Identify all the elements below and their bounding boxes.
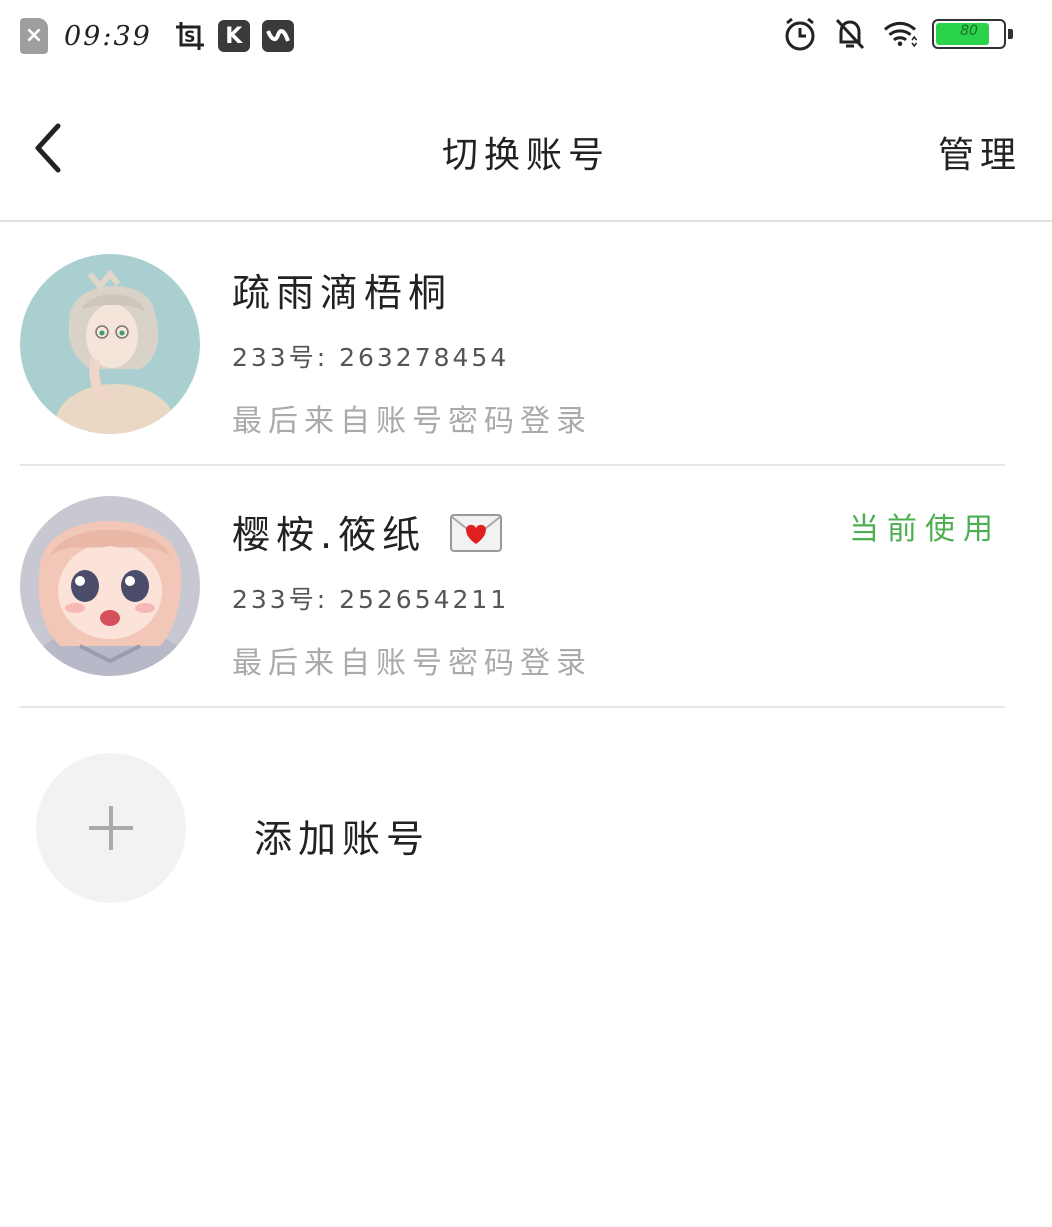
account-item[interactable]: 疏雨滴梧桐 233号: 263278454 最后来自账号密码登录 <box>20 224 1005 466</box>
avatar <box>20 496 200 676</box>
alarm-icon <box>782 16 818 52</box>
header: 切换账号 管理 <box>0 76 1052 222</box>
account-name: 疏雨滴梧桐 <box>232 271 453 315</box>
battery-level: 80 <box>960 23 978 39</box>
plus-icon <box>89 806 133 850</box>
account-item[interactable]: 樱桉.筱纸 当前使用 233号: 252654211 最后来自账号密码登录 <box>20 466 1005 708</box>
manage-button[interactable]: 管理 <box>938 126 1022 178</box>
status-bar: × 09:39 S K 80 <box>0 0 1052 76</box>
page-title: 切换账号 <box>441 135 610 176</box>
add-account-circle <box>36 753 186 903</box>
wifi-icon <box>882 16 918 52</box>
account-id: 233号: 252654211 <box>232 585 510 614</box>
love-letter-icon <box>450 514 503 561</box>
sim-missing-icon: × <box>20 18 48 54</box>
account-name: 樱桉.筱纸 <box>232 504 503 561</box>
k-app-icon: K <box>217 20 250 52</box>
status-bar-left: × 09:39 S K <box>20 18 294 54</box>
status-bar-right: 80 <box>782 16 1013 52</box>
w-app-icon <box>261 20 294 52</box>
battery-icon: 80 <box>932 19 1013 49</box>
screenshot-crop-icon: S <box>174 20 206 52</box>
battery-tip <box>1008 29 1013 39</box>
notifications-off-icon <box>832 16 868 52</box>
svg-text:S: S <box>184 27 196 46</box>
account-login-method: 最后来自账号密码登录 <box>232 404 592 439</box>
status-time: 09:39 <box>64 20 152 52</box>
current-account-badge: 当前使用 <box>849 512 1001 547</box>
avatar <box>20 254 200 434</box>
account-login-method: 最后来自账号密码登录 <box>232 646 592 681</box>
account-id: 233号: 263278454 <box>232 343 510 372</box>
account-name-text: 樱桉.筱纸 <box>232 513 427 557</box>
add-account-label: 添加账号 <box>254 817 431 861</box>
add-account-button[interactable]: 添加账号 <box>20 750 1005 910</box>
